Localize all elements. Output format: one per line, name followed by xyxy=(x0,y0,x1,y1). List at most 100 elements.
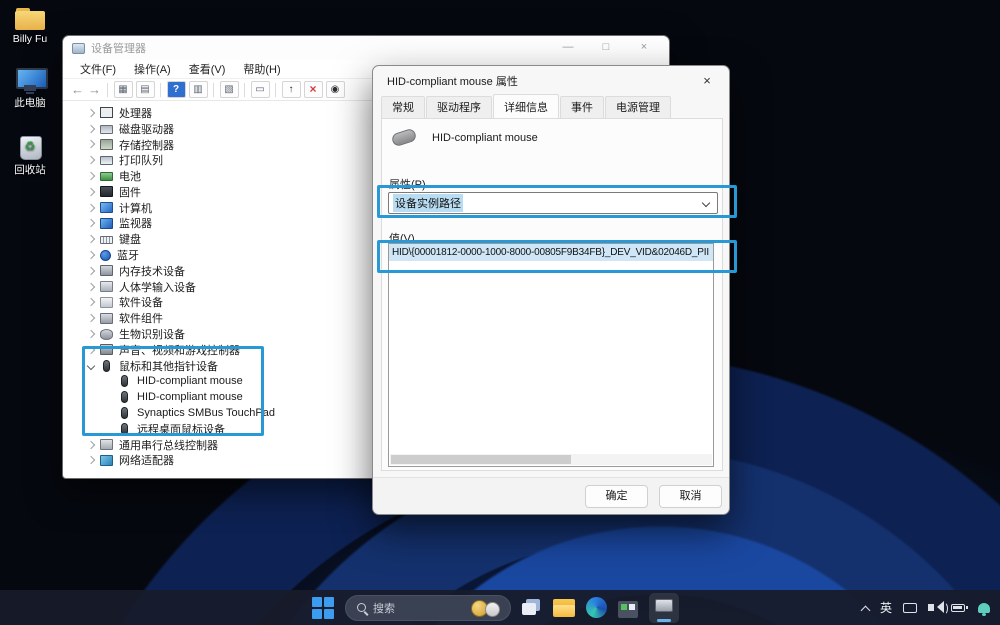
close-button[interactable]: × xyxy=(625,36,663,60)
chevron-icon[interactable] xyxy=(86,141,100,147)
tree-item-label: 网络适配器 xyxy=(119,452,174,468)
device-manager-taskbar-icon[interactable] xyxy=(649,593,679,623)
chevron-icon[interactable] xyxy=(86,220,100,226)
desktop-icon-billy-fu[interactable]: Billy Fu xyxy=(4,8,56,45)
chevron-icon[interactable] xyxy=(86,110,100,116)
search-box[interactable]: 搜索 xyxy=(345,595,511,621)
chevron-icon[interactable] xyxy=(86,173,100,179)
device-category-icon xyxy=(100,297,113,308)
file-explorer-icon[interactable] xyxy=(553,599,575,617)
toolbar-button[interactable]: ▭ xyxy=(251,81,270,98)
device-category-icon xyxy=(100,125,113,134)
device-manager-app-glyph xyxy=(655,599,673,612)
taskbar-center: 搜索 xyxy=(312,590,679,625)
toolbar-button[interactable] xyxy=(107,83,108,97)
menu-item[interactable]: 文件(F) xyxy=(71,61,125,77)
maximize-button[interactable]: □ xyxy=(587,36,625,60)
battery-icon[interactable] xyxy=(951,604,965,612)
dialog-title: HID-compliant mouse 属性 xyxy=(387,73,518,89)
tree-item-label: 生物识别设备 xyxy=(119,326,185,342)
folder-icon xyxy=(15,8,45,30)
chevron-icon[interactable] xyxy=(86,189,100,195)
dialog-close-button[interactable]: × xyxy=(695,70,719,92)
chevron-icon[interactable] xyxy=(86,236,100,242)
tree-item-label: 蓝牙 xyxy=(117,247,139,263)
tree-item-label: 电池 xyxy=(119,168,141,184)
dialog-tab[interactable]: 详细信息 xyxy=(493,94,559,118)
desktop-icon-this-pc[interactable]: 此电脑 xyxy=(4,68,56,110)
toolbar-button[interactable]: → xyxy=(86,82,103,97)
desktop-icon-recycle-bin[interactable]: 回收站 xyxy=(4,133,56,177)
toolbar-button[interactable] xyxy=(160,83,161,97)
menu-item[interactable]: 操作(A) xyxy=(125,61,180,77)
toolbar-button[interactable] xyxy=(213,83,214,97)
system-tray: 英 xyxy=(861,590,990,625)
chevron-icon[interactable] xyxy=(86,331,100,337)
toolbar-button[interactable] xyxy=(244,83,245,97)
dialog-tab[interactable]: 事件 xyxy=(560,96,604,118)
device-category-icon xyxy=(100,281,113,292)
toolbar-button[interactable]: ▤ xyxy=(136,81,155,98)
device-name: HID-compliant mouse xyxy=(432,132,538,144)
mouse-device-icon xyxy=(391,128,418,148)
minimize-button[interactable]: — xyxy=(549,36,587,60)
device-category-icon xyxy=(100,156,113,165)
chevron-icon[interactable] xyxy=(86,268,100,274)
device-header: HID-compliant mouse xyxy=(392,131,538,144)
dialog-footer: 确定 取消 xyxy=(373,477,729,514)
toolbar-button[interactable]: ? xyxy=(167,81,186,98)
toolbar-button[interactable]: ▥ xyxy=(189,81,208,98)
tree-item-label: 内存技术设备 xyxy=(119,263,185,279)
ime-indicator[interactable]: 英 xyxy=(880,599,892,616)
cancel-button[interactable]: 取消 xyxy=(659,485,722,508)
scrollbar-thumb[interactable] xyxy=(391,455,571,464)
toolbar-button[interactable]: ▦ xyxy=(114,81,133,98)
device-manager-icon xyxy=(72,43,85,54)
menu-item[interactable]: 查看(V) xyxy=(180,61,235,77)
device-category-icon xyxy=(100,186,113,197)
dialog-titlebar[interactable]: HID-compliant mouse 属性 xyxy=(373,66,729,96)
desktop-icon-label: Billy Fu xyxy=(4,33,56,45)
device-category-icon xyxy=(100,236,113,244)
notification-bell-icon[interactable] xyxy=(978,603,990,613)
chevron-icon[interactable] xyxy=(86,205,100,211)
task-view-button[interactable] xyxy=(522,599,542,617)
ok-button[interactable]: 确定 xyxy=(585,485,648,508)
tree-item-label: 打印队列 xyxy=(119,152,163,168)
horizontal-scrollbar[interactable] xyxy=(390,454,712,465)
dialog-tab[interactable]: 常规 xyxy=(381,96,425,118)
chevron-icon[interactable] xyxy=(86,299,100,305)
toolbar-button[interactable]: × xyxy=(304,81,323,98)
chevron-icon[interactable] xyxy=(86,442,100,448)
chevron-icon[interactable] xyxy=(86,126,100,132)
device-category-icon xyxy=(100,250,111,261)
dialog-tab[interactable]: 电源管理 xyxy=(605,96,671,118)
network-icon[interactable] xyxy=(903,603,917,613)
chevron-icon[interactable] xyxy=(86,284,100,290)
edge-browser-icon[interactable] xyxy=(586,597,607,618)
device-category-icon xyxy=(100,439,113,450)
menu-item[interactable]: 帮助(H) xyxy=(234,61,289,77)
toolbar-button[interactable]: ▧ xyxy=(220,81,239,98)
toolbar-button[interactable]: ↑ xyxy=(282,81,301,98)
dialog-tab[interactable]: 驱动程序 xyxy=(426,96,492,118)
value-list[interactable]: HID\{00001812-0000-1000-8000-00805F9B34F… xyxy=(388,243,714,467)
toolbar-button[interactable]: ← xyxy=(69,82,86,97)
tree-item-label: 人体学输入设备 xyxy=(119,279,196,295)
dialog-tabs: 常规 驱动程序 详细信息 事件 电源管理 xyxy=(381,99,672,118)
chevron-icon[interactable] xyxy=(86,457,100,463)
device-category-icon xyxy=(100,218,113,229)
chevron-icon[interactable] xyxy=(86,157,100,163)
tree-item-label: 计算机 xyxy=(119,200,152,216)
annotation-box-mouse-devices xyxy=(82,346,264,436)
store-icon[interactable] xyxy=(618,601,638,618)
window-controls: — □ × xyxy=(549,36,663,60)
toolbar-button[interactable] xyxy=(275,83,276,97)
recycle-bin-icon xyxy=(18,133,42,159)
toolbar-button[interactable]: ◉ xyxy=(326,81,345,98)
chevron-icon[interactable] xyxy=(86,315,100,321)
chevron-icon[interactable] xyxy=(86,252,100,258)
start-button[interactable] xyxy=(312,597,334,619)
hidden-icons-chevron[interactable] xyxy=(861,604,869,612)
volume-icon[interactable] xyxy=(928,604,934,611)
